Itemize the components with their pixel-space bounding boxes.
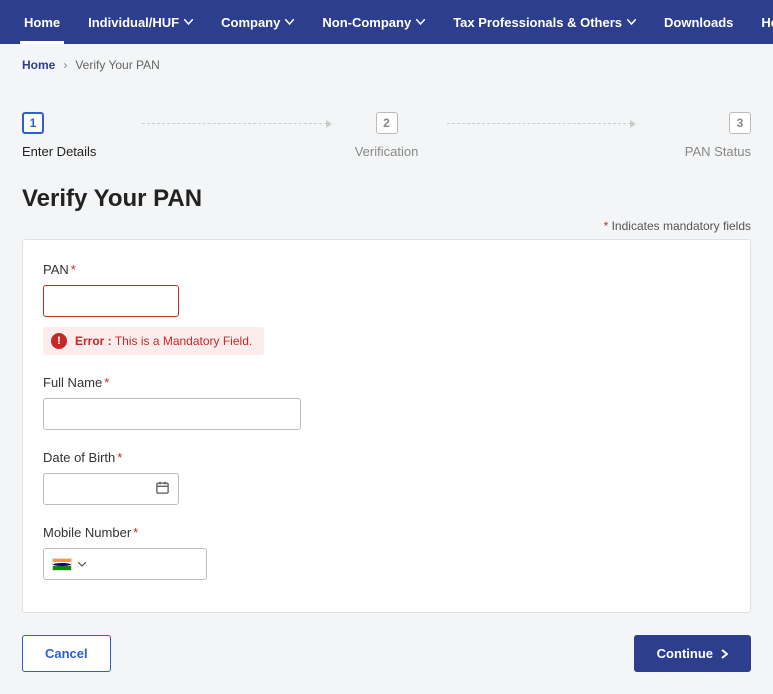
chevron-down-icon [627,19,636,25]
chevron-down-icon [78,562,86,567]
nav-company[interactable]: Company [207,0,308,44]
fullname-label: Full Name* [43,375,730,390]
top-navbar: Home Individual/HUF Company Non-Company … [0,0,773,44]
step-2: 2 Verification [327,112,447,159]
nav-tax-professionals[interactable]: Tax Professionals & Others [439,0,650,44]
breadcrumb-home[interactable]: Home [22,58,55,72]
step-number: 3 [729,112,751,134]
india-flag-icon [52,558,72,571]
step-label: Verification [355,144,419,159]
error-icon: ! [51,333,67,349]
nav-non-company[interactable]: Non-Company [308,0,439,44]
step-1: 1 Enter Details [22,112,142,159]
step-label: PAN Status [685,144,751,159]
step-connector [142,123,327,124]
mobile-label: Mobile Number* [43,525,730,540]
stepper: 1 Enter Details 2 Verification 3 PAN Sta… [22,112,751,159]
form-card: PAN* ! Error : This is a Mandatory Field… [22,239,751,613]
step-number: 1 [22,112,44,134]
pan-input[interactable] [43,285,179,317]
step-number: 2 [376,112,398,134]
mobile-input[interactable] [43,548,207,580]
continue-button[interactable]: Continue [634,635,751,672]
fullname-input[interactable] [43,398,301,430]
form-footer: Cancel Continue [22,635,751,672]
dob-input[interactable] [43,473,179,505]
pan-label: PAN* [43,262,730,277]
chevron-down-icon [184,19,193,25]
dob-label: Date of Birth* [43,450,730,465]
chevron-down-icon [416,19,425,25]
field-mobile: Mobile Number* [43,525,730,580]
breadcrumb-current: Verify Your PAN [75,58,160,72]
nav-home[interactable]: Home [10,0,74,44]
step-label: Enter Details [22,144,96,159]
field-pan: PAN* ! Error : This is a Mandatory Field… [43,262,730,355]
nav-help[interactable]: Help [747,0,773,44]
nav-downloads[interactable]: Downloads [650,0,747,44]
field-dob: Date of Birth* [43,450,730,505]
cancel-button[interactable]: Cancel [22,635,111,672]
page-title: Verify Your PAN [22,185,751,213]
chevron-down-icon [285,19,294,25]
chevron-right-icon: › [63,58,67,72]
breadcrumb: Home › Verify Your PAN [22,44,751,82]
chevron-right-icon [721,649,728,659]
step-3: 3 PAN Status [631,112,751,159]
pan-error: ! Error : This is a Mandatory Field. [43,327,264,355]
calendar-icon [155,480,170,498]
field-fullname: Full Name* [43,375,730,430]
mandatory-note: * Indicates mandatory fields [22,219,751,233]
step-connector [447,123,632,124]
nav-individual-huf[interactable]: Individual/HUF [74,0,207,44]
